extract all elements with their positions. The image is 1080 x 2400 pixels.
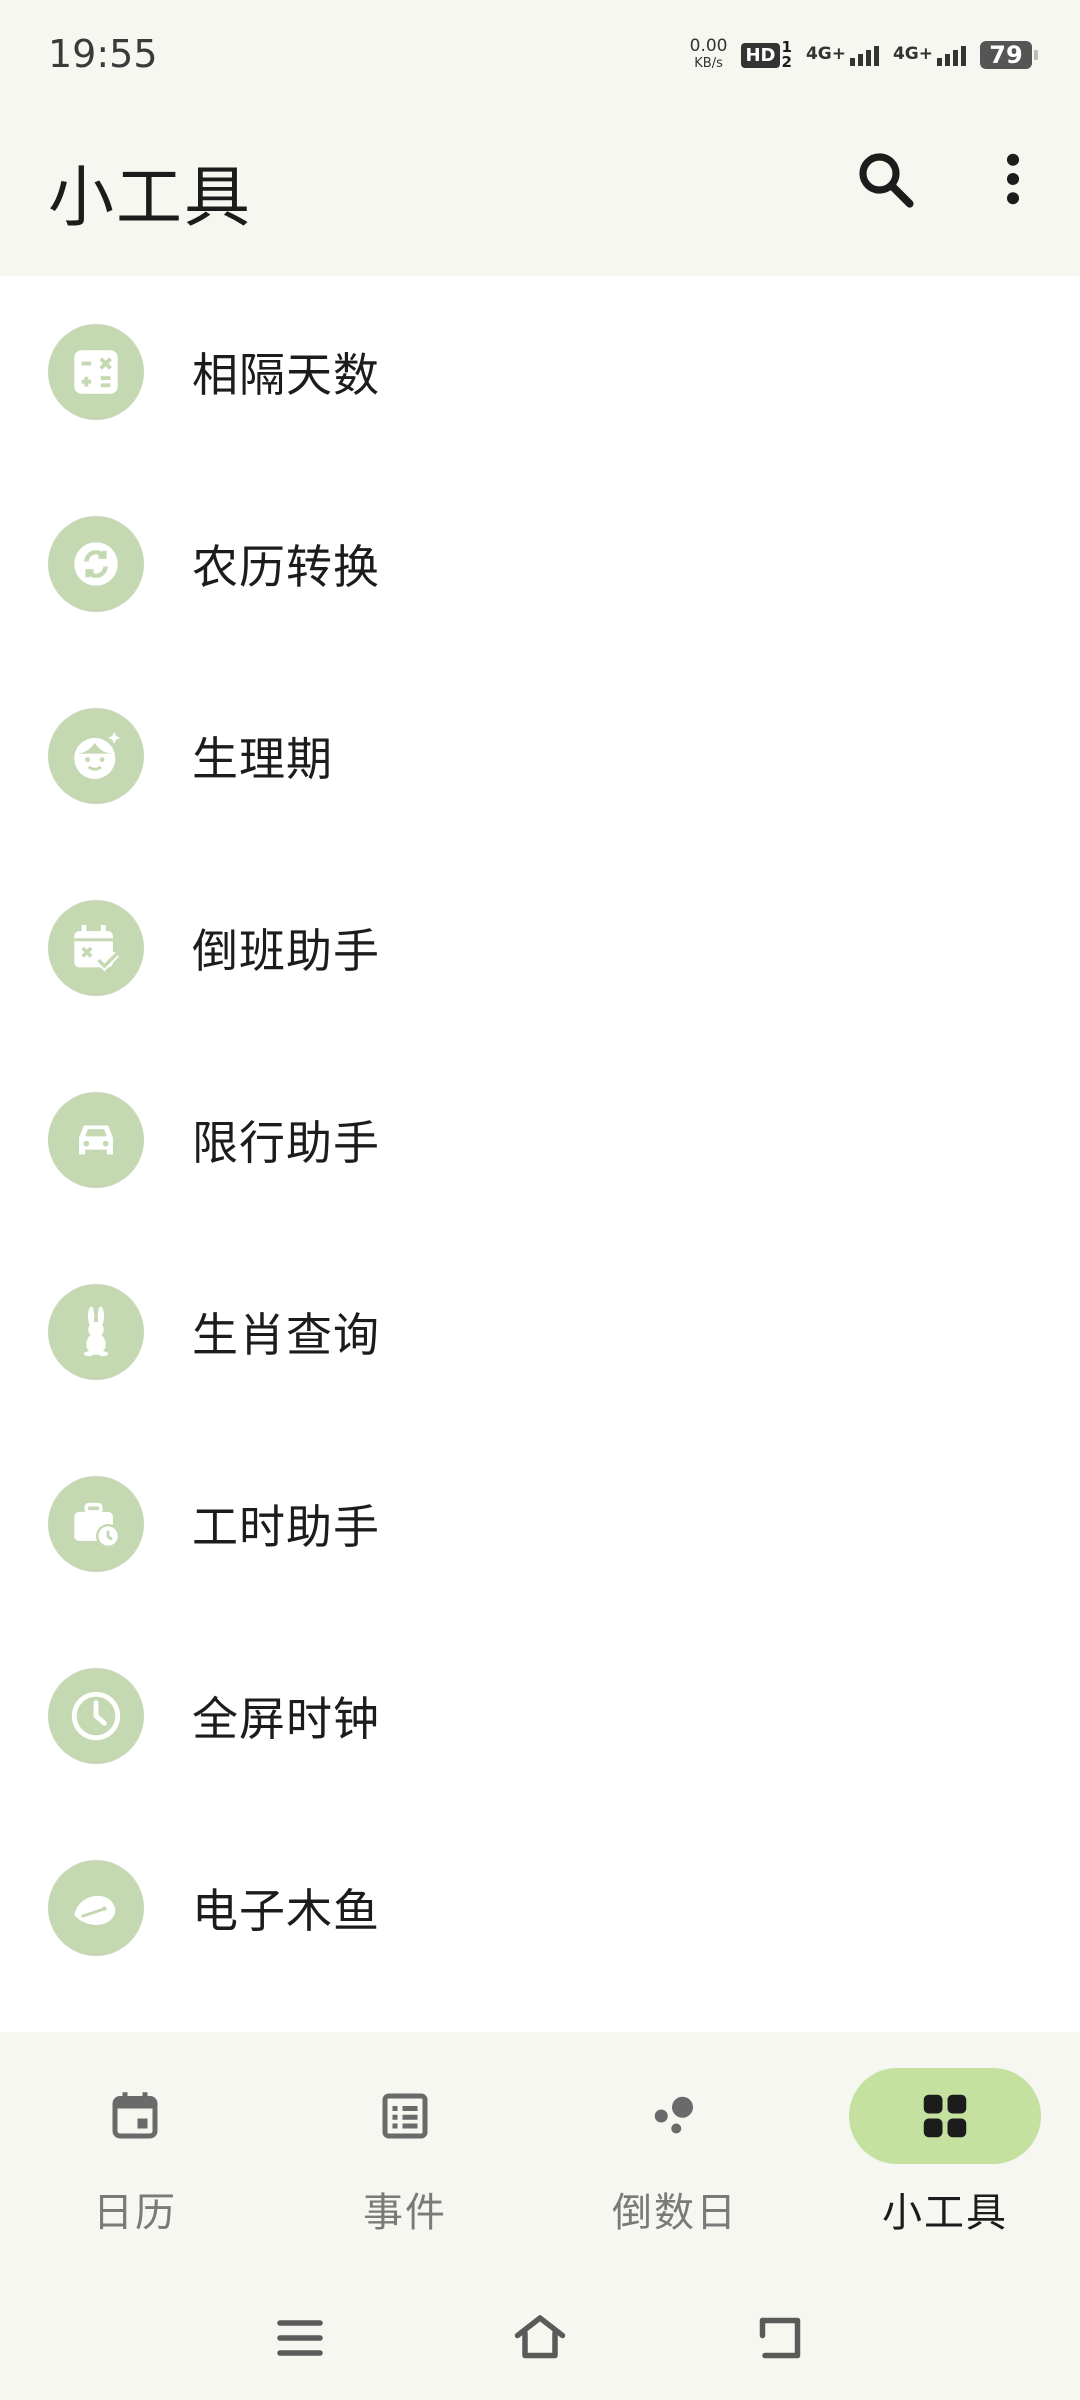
car-icon [48, 1092, 144, 1188]
tool-item-lunar-convert[interactable]: 农历转换 [0, 468, 1080, 660]
home-icon [514, 2315, 566, 2359]
sync-icon [48, 516, 144, 612]
girl-face-icon [48, 708, 144, 804]
grid-icon [923, 2094, 967, 2138]
back-icon [759, 2317, 801, 2359]
nav-item-calendar[interactable]: 日历 [35, 2068, 235, 2248]
signal-icon-sim1: 4G+ [806, 44, 879, 66]
signal1-label: 4G+ [805, 44, 846, 64]
recent-apps-button[interactable] [270, 2308, 330, 2368]
status-bar: 19:55 0.00 KB/s HD 1 2 4G+ 4G+ 79 [0, 0, 1080, 110]
hd-sim-bottom: 2 [781, 53, 792, 71]
tool-item-days-between[interactable]: 相隔天数 [0, 276, 1080, 468]
clock-icon [48, 1668, 144, 1764]
calendar-icon [112, 2092, 158, 2139]
battery-icon: 79 [980, 41, 1038, 69]
nav-item-events[interactable]: 事件 [305, 2068, 505, 2248]
tool-label: 全屏时钟 [192, 1692, 380, 1746]
hd-voice-icon: HD 1 2 [741, 40, 792, 71]
status-time: 19:55 [48, 32, 158, 76]
network-speed-unit: KB/s [694, 56, 723, 71]
wooden-fish-icon [48, 1860, 144, 1956]
calendar-check-icon [48, 900, 144, 996]
tool-item-zodiac[interactable]: 生肖查询 [0, 1236, 1080, 1428]
tool-label: 限行助手 [192, 1116, 380, 1170]
tool-label: 相隔天数 [192, 348, 380, 402]
signal2-label: 4G+ [892, 44, 933, 64]
hd-label: HD [741, 42, 780, 68]
nav-item-countdown[interactable]: 倒数日 [575, 2068, 775, 2248]
search-icon [859, 153, 914, 208]
tool-label: 生肖查询 [192, 1308, 380, 1362]
tool-item-fullscreen-clock[interactable]: 全屏时钟 [0, 1620, 1080, 1812]
tool-item-period[interactable]: 生理期 [0, 660, 1080, 852]
rabbit-icon [48, 1284, 144, 1380]
signal-icon-sim2: 4G+ [893, 44, 966, 66]
system-navigation-bar [0, 2282, 1080, 2400]
active-indicator [849, 2068, 1041, 2164]
tool-label: 工时助手 [192, 1500, 380, 1554]
menu-icon [277, 2320, 323, 2356]
network-speed-value: 0.00 [689, 36, 728, 56]
bubbles-icon [654, 2096, 693, 2134]
home-button[interactable] [510, 2308, 570, 2368]
bottom-navigation: 日历 事件 倒数日 小工具 [0, 2032, 1080, 2282]
network-speed: 0.00 KB/s [690, 38, 728, 72]
more-options-button[interactable] [980, 146, 1046, 212]
list-icon [382, 2093, 428, 2139]
tool-label: 生理期 [192, 732, 333, 786]
tool-item-traffic-restriction[interactable]: 限行助手 [0, 1044, 1080, 1236]
tool-item-work-hours[interactable]: 工时助手 [0, 1428, 1080, 1620]
tool-label: 农历转换 [192, 540, 380, 594]
tool-list: 相隔天数 农历转换 生理期 倒班助手 限行助手 生肖查询 工时助手 全屏时钟 电… [0, 276, 1080, 2004]
nav-label: 日历 [93, 2190, 177, 2236]
more-vertical-icon [1006, 153, 1020, 205]
nav-label: 倒数日 [612, 2190, 738, 2236]
tool-item-shift-helper[interactable]: 倒班助手 [0, 852, 1080, 1044]
back-button[interactable] [750, 2308, 810, 2368]
page-title: 小工具 [48, 159, 252, 236]
calculator-icon [48, 324, 144, 420]
status-indicators: 0.00 KB/s HD 1 2 4G+ 4G+ 79 [690, 30, 1038, 80]
app-bar: 小工具 [0, 110, 1080, 276]
nav-label: 事件 [363, 2190, 447, 2236]
briefcase-clock-icon [48, 1476, 144, 1572]
tool-label: 倒班助手 [192, 924, 380, 978]
tool-label: 电子木鱼 [192, 1884, 380, 1938]
search-button[interactable] [852, 146, 918, 212]
tool-item-wooden-fish[interactable]: 电子木鱼 [0, 1812, 1080, 2004]
nav-label: 小工具 [882, 2190, 1008, 2236]
nav-item-tools[interactable]: 小工具 [845, 2068, 1045, 2248]
